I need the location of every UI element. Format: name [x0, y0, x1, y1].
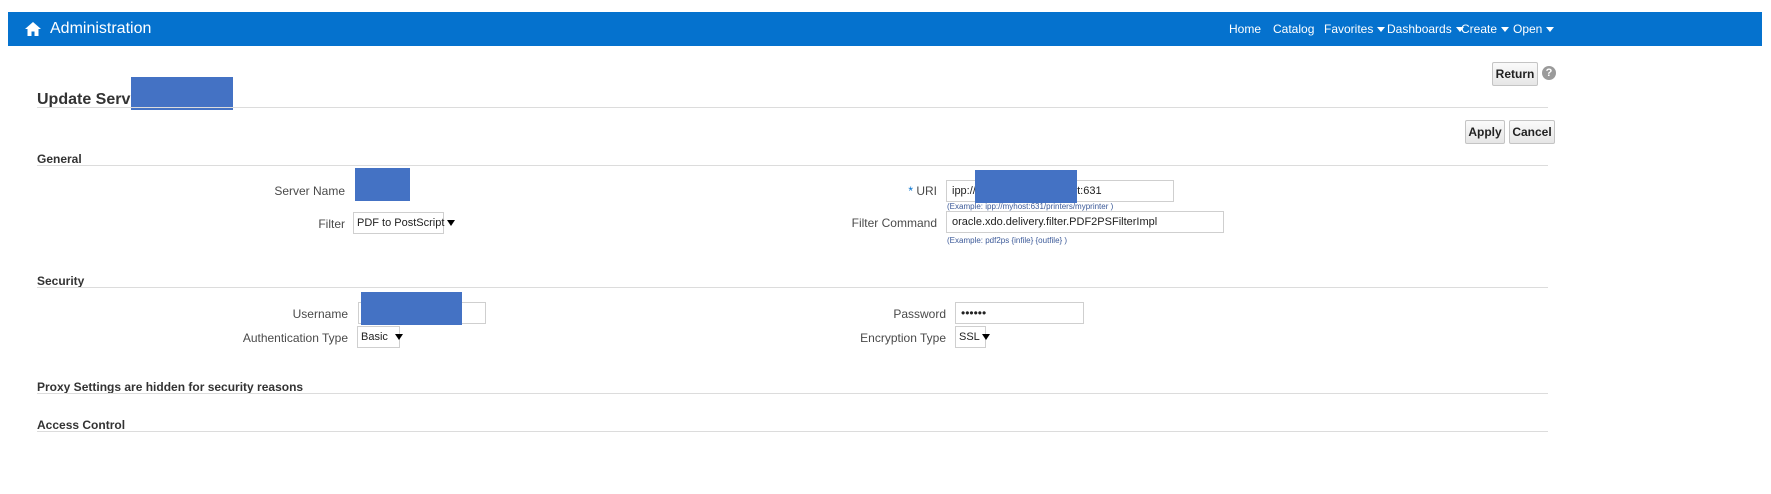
chevron-down-icon: [1501, 27, 1510, 33]
uri-label: * URI: [908, 184, 937, 198]
encryption-type-select[interactable]: SSL: [955, 326, 990, 348]
redacted-uri-host: [975, 170, 1077, 203]
help-icon[interactable]: ?: [1542, 66, 1556, 80]
chevron-down-icon: [1546, 27, 1555, 33]
cancel-button[interactable]: Cancel: [1509, 120, 1555, 144]
nav-open[interactable]: Open: [1513, 21, 1555, 37]
apply-button[interactable]: Apply: [1465, 120, 1505, 144]
redacted-server-name-field[interactable]: [355, 168, 410, 201]
redacted-server-name: [131, 77, 233, 110]
nav-catalog[interactable]: Catalog: [1273, 21, 1314, 37]
divider: [37, 287, 1548, 288]
filter-command-label: Filter Command: [851, 216, 937, 230]
home-icon[interactable]: [24, 20, 42, 38]
redacted-username: [361, 292, 462, 325]
top-navigation-bar: Administration Home Catalog Favorites Da…: [8, 12, 1762, 46]
server-name-label: Server Name: [274, 184, 345, 198]
password-input[interactable]: ••••••: [955, 302, 1084, 324]
divider: [37, 107, 1548, 108]
chevron-down-icon: [1377, 27, 1386, 33]
authentication-type-select[interactable]: Basic: [357, 326, 403, 348]
filter-command-example-hint: (Example: pdf2ps {infile} {outfile} ): [947, 236, 1068, 245]
authentication-type-label: Authentication Type: [242, 331, 348, 345]
uri-example-hint: (Example: ipp://myhost:631/printers/mypr…: [947, 202, 1114, 211]
dropdown-arrow-icon: [447, 220, 456, 227]
filter-label: Filter: [318, 217, 345, 231]
dropdown-arrow-icon: [981, 334, 990, 341]
filter-command-input[interactable]: oracle.xdo.delivery.filter.PDF2PSFilterI…: [946, 211, 1224, 233]
section-heading-general: General: [37, 152, 82, 166]
section-heading-access-control: Access Control: [37, 418, 126, 432]
divider: [37, 431, 1548, 432]
divider: [37, 165, 1548, 166]
section-heading-security: Security: [37, 274, 85, 288]
dropdown-arrow-icon: [394, 334, 403, 341]
nav-create[interactable]: Create: [1461, 21, 1510, 37]
nav-home[interactable]: Home: [1229, 21, 1261, 37]
encryption-type-label: Encryption Type: [860, 331, 946, 345]
nav-dashboards[interactable]: Dashboards: [1387, 21, 1464, 37]
divider: [37, 393, 1548, 394]
username-label: Username: [292, 307, 348, 321]
password-label: Password: [893, 307, 946, 321]
filter-select[interactable]: PDF to PostScript: [353, 212, 456, 234]
nav-favorites[interactable]: Favorites: [1324, 21, 1386, 37]
return-button[interactable]: Return: [1492, 62, 1538, 86]
app-title: Administration: [50, 20, 152, 37]
section-heading-proxy: Proxy Settings are hidden for security r…: [37, 380, 304, 394]
